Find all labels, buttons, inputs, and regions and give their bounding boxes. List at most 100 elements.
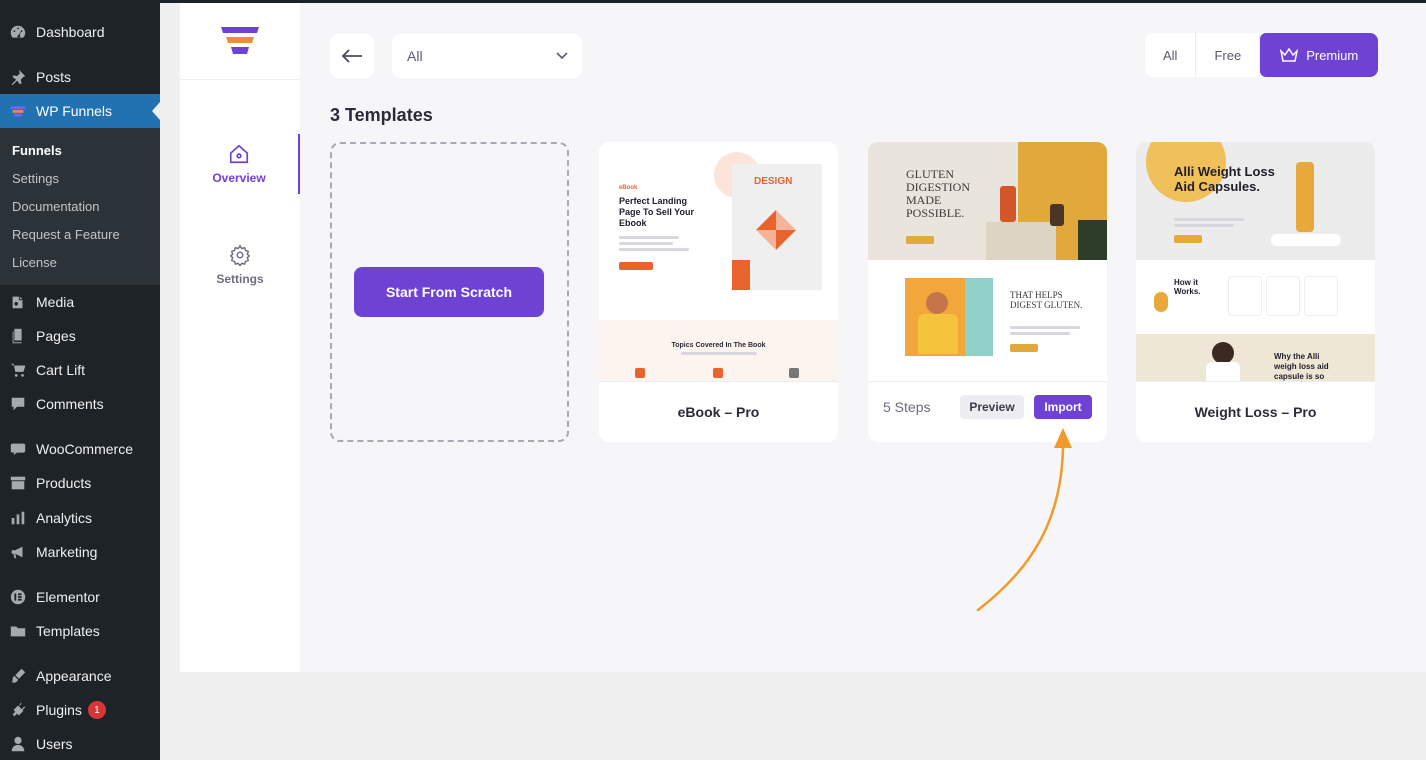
- menu-label: Comments: [36, 396, 104, 412]
- dashboard-icon: [0, 23, 36, 41]
- thumb-book-title: DESIGN: [754, 176, 793, 187]
- thumb-title-2: THAT HELPS DIGEST GLUTEN.: [1010, 290, 1083, 310]
- wpfunnels-logo: [180, 3, 300, 80]
- menu-label: Media: [36, 294, 75, 310]
- menu-analytics[interactable]: Analytics: [0, 501, 160, 535]
- thumb-section: THAT HELPS DIGEST GLUTEN.: [868, 260, 1107, 381]
- thumb-tag: eBook: [619, 185, 638, 191]
- megaphone-icon: [0, 543, 36, 561]
- pin-icon: [0, 68, 36, 86]
- menu-woocommerce[interactable]: WooCommerce: [0, 432, 160, 466]
- menu-label: Templates: [36, 623, 100, 639]
- menu-plugins[interactable]: Plugins 1: [0, 693, 160, 727]
- menu-label: Cart Lift: [36, 362, 86, 378]
- menu-label: Pages: [36, 328, 76, 344]
- menu-pages[interactable]: Pages: [0, 319, 160, 353]
- template-card-ebook[interactable]: eBook Perfect Landing Page To Sell Your …: [599, 142, 838, 442]
- template-thumbnail: GLUTEN DIGESTION MADE POSSIBLE. THAT HEL…: [868, 142, 1107, 381]
- nav-settings[interactable]: Settings: [180, 235, 300, 295]
- arrow-left-icon: [341, 49, 362, 63]
- start-from-scratch-button[interactable]: Start From Scratch: [354, 267, 544, 317]
- thumb-title: Perfect Landing Page To Sell Your Ebook: [619, 196, 695, 228]
- pages-icon: [0, 327, 36, 345]
- category-select-value: All: [407, 48, 423, 64]
- menu-label: Plugins: [36, 702, 82, 718]
- template-type-toggle: All Free Premium: [1145, 33, 1379, 77]
- chevron-down-icon: [556, 52, 568, 60]
- start-from-scratch-card: Start From Scratch: [330, 142, 569, 442]
- folder-icon: [0, 622, 36, 640]
- menu-label: Elementor: [36, 589, 100, 605]
- user-icon: [0, 735, 36, 753]
- template-steps: 5 Steps: [883, 399, 931, 415]
- thumb-why: Why the Alli weigh loss aid capsule is s…: [1274, 352, 1329, 381]
- type-premium-button[interactable]: Premium: [1260, 33, 1379, 77]
- menu-templates[interactable]: Templates: [0, 614, 160, 648]
- menu-label: Dashboard: [36, 24, 105, 40]
- menu-comments[interactable]: Comments: [0, 387, 160, 421]
- import-button[interactable]: Import: [1034, 395, 1092, 419]
- menu-label: Posts: [36, 69, 72, 85]
- menu-label: Users: [36, 736, 73, 752]
- back-button[interactable]: [330, 34, 374, 78]
- brush-icon: [0, 667, 36, 685]
- menu-posts[interactable]: Posts: [0, 60, 160, 94]
- thumb-hero: eBook Perfect Landing Page To Sell Your …: [599, 142, 838, 320]
- admin-footer-area: [160, 672, 1426, 760]
- thumb-section: Topics Covered In The Book: [599, 320, 838, 381]
- type-free-button[interactable]: Free: [1196, 33, 1261, 77]
- home-icon: [229, 144, 249, 164]
- wp-funnels-submenu: Funnels Settings Documentation Request a…: [0, 128, 160, 285]
- template-thumbnail: eBook Perfect Landing Page To Sell Your …: [599, 142, 838, 381]
- submenu-funnels[interactable]: Funnels: [12, 143, 62, 158]
- woo-icon: [0, 440, 36, 458]
- submenu-settings[interactable]: Settings: [12, 171, 59, 186]
- plugin-nav: Overview Settings: [180, 3, 300, 672]
- plug-icon: [0, 701, 36, 719]
- template-card-gluten[interactable]: GLUTEN DIGESTION MADE POSSIBLE. THAT HEL…: [868, 142, 1107, 442]
- thumb-hero: GLUTEN DIGESTION MADE POSSIBLE.: [868, 142, 1107, 260]
- type-all-button[interactable]: All: [1145, 33, 1197, 77]
- preview-button[interactable]: Preview: [960, 395, 1024, 419]
- submenu-request-feature[interactable]: Request a Feature: [12, 227, 120, 242]
- thumb-section-2: Why the Alli weigh loss aid capsule is s…: [1136, 334, 1375, 381]
- thumb-book: DESIGN: [732, 164, 822, 290]
- menu-label: WP Funnels: [36, 103, 112, 119]
- menu-label: Analytics: [36, 510, 93, 526]
- crown-icon: [1280, 48, 1299, 62]
- submenu-license[interactable]: License: [12, 255, 57, 270]
- menu-users[interactable]: Users: [0, 727, 160, 760]
- wp-admin-sidebar: Dashboard Posts WP Funnels Funnels Setti…: [0, 0, 160, 760]
- template-name: Weight Loss – Pro: [1136, 381, 1375, 442]
- nav-overview[interactable]: Overview: [180, 134, 300, 194]
- nav-label: Settings: [216, 272, 264, 286]
- menu-marketing[interactable]: Marketing: [0, 535, 160, 569]
- menu-label: Marketing: [36, 544, 98, 560]
- thumb-title: GLUTEN DIGESTION MADE POSSIBLE.: [906, 167, 970, 220]
- archive-icon: [0, 474, 36, 492]
- template-thumbnail: Alli Weight Loss Aid Capsules. How it Wo…: [1136, 142, 1375, 381]
- menu-products[interactable]: Products: [0, 466, 160, 500]
- menu-label: Appearance: [36, 668, 112, 684]
- gear-icon: [229, 244, 251, 266]
- template-card-weight-loss[interactable]: Alli Weight Loss Aid Capsules. How it Wo…: [1136, 142, 1375, 442]
- templates-count: 3 Templates: [330, 105, 433, 125]
- menu-appearance[interactable]: Appearance: [0, 659, 160, 693]
- thumb-hero: Alli Weight Loss Aid Capsules.: [1136, 142, 1375, 260]
- comment-icon: [0, 395, 36, 413]
- submenu-documentation[interactable]: Documentation: [12, 199, 99, 214]
- type-premium-label: Premium: [1306, 47, 1359, 63]
- thumb-section: How it Works.: [1136, 260, 1375, 334]
- menu-elementor[interactable]: Elementor: [0, 580, 160, 614]
- menu-dashboard[interactable]: Dashboard: [0, 15, 160, 49]
- menu-wp-funnels[interactable]: WP Funnels: [0, 94, 160, 128]
- thumb-how: How it Works.: [1174, 278, 1201, 296]
- cart-icon: [0, 361, 36, 379]
- category-select[interactable]: All: [392, 34, 582, 78]
- menu-cart-lift[interactable]: Cart Lift: [0, 353, 160, 387]
- media-icon: [0, 293, 36, 311]
- menu-media[interactable]: Media: [0, 285, 160, 319]
- menu-label: Products: [36, 475, 92, 491]
- elementor-icon: [0, 588, 36, 606]
- funnel-icon: [0, 102, 36, 120]
